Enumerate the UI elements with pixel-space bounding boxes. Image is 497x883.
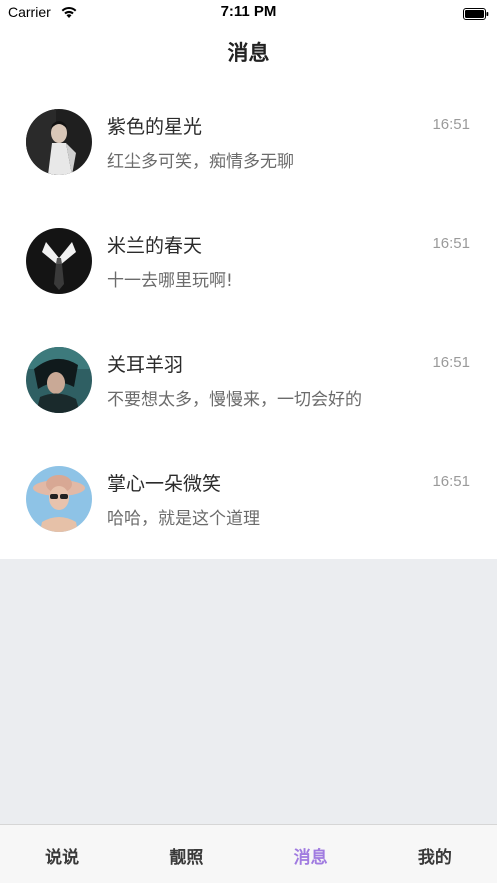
message-preview: 红尘多可笑，痴情多无聊 xyxy=(107,152,294,172)
status-bar: Carrier 7:11 PM xyxy=(0,0,497,26)
page-title: 消息 xyxy=(227,41,270,65)
tab-messages[interactable]: 消息 xyxy=(249,825,373,883)
contact-name: 紫色的星光 xyxy=(107,116,203,138)
tab-bar: 说说 靓照 消息 我的 xyxy=(0,824,497,883)
message-item[interactable]: 关耳羊羽 16:51 不要想太多，慢慢来，一切会好的 xyxy=(0,318,497,438)
tab-profile[interactable]: 我的 xyxy=(373,825,497,883)
message-item[interactable]: 米兰的春天 16:51 十一去哪里玩啊! xyxy=(0,199,497,319)
tab-shuoshuo[interactable]: 说说 xyxy=(0,825,124,883)
message-preview: 哈哈，就是这个道理 xyxy=(107,509,260,529)
tab-photos[interactable]: 靓照 xyxy=(124,825,248,883)
message-preview: 十一去哪里玩啊! xyxy=(107,271,233,291)
battery-icon xyxy=(463,5,489,20)
contact-name: 掌心一朵微笑 xyxy=(107,473,222,495)
status-time: 7:11 PM xyxy=(220,3,277,20)
message-time: 16:51 xyxy=(432,116,470,133)
message-time: 16:51 xyxy=(432,235,470,252)
avatar xyxy=(26,347,92,413)
message-time: 16:51 xyxy=(432,354,470,371)
avatar xyxy=(26,109,92,175)
contact-name: 关耳羊羽 xyxy=(107,354,184,376)
message-item[interactable]: 掌心一朵微笑 16:51 哈哈，就是这个道理 xyxy=(0,437,497,557)
message-time: 16:51 xyxy=(432,473,470,490)
message-list: 紫色的星光 16:51 红尘多可笑，痴情多无聊 米兰的春天 16:51 十一去哪… xyxy=(0,80,497,559)
avatar xyxy=(26,466,92,532)
avatar xyxy=(26,228,92,294)
nav-bar: 消息 xyxy=(0,26,497,80)
message-preview: 不要想太多，慢慢来，一切会好的 xyxy=(107,390,362,410)
message-item[interactable]: 紫色的星光 16:51 红尘多可笑，痴情多无聊 xyxy=(0,80,497,200)
contact-name: 米兰的春天 xyxy=(107,235,203,257)
